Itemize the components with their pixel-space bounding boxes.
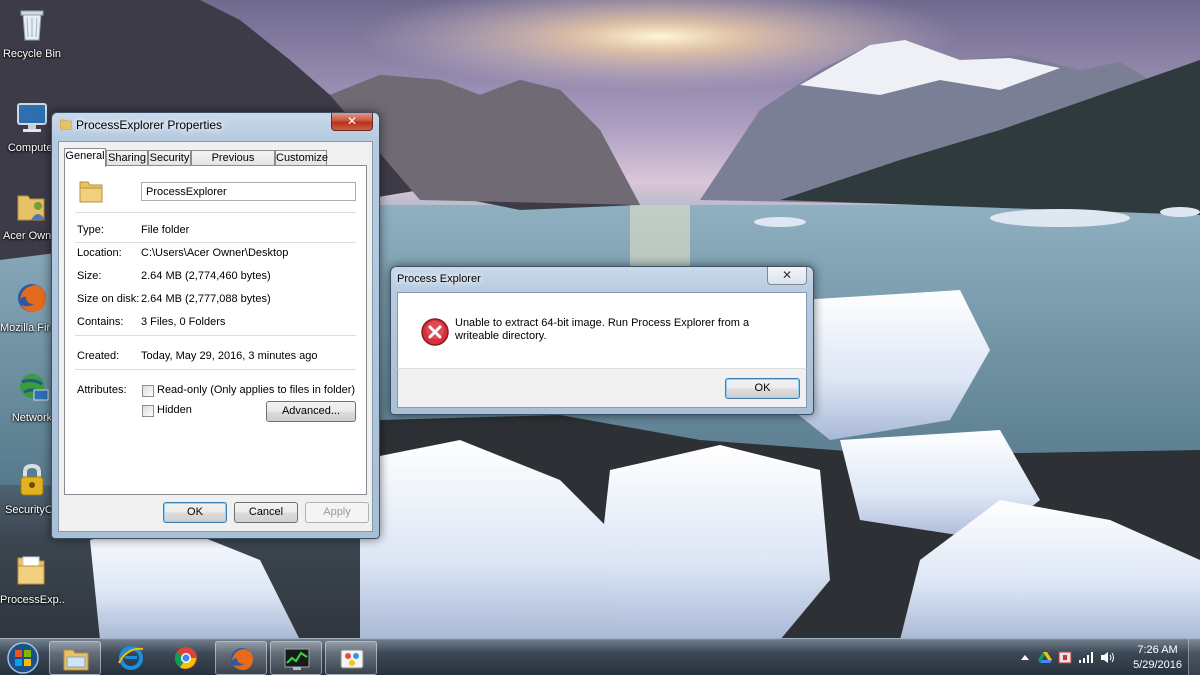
title-bar[interactable]: ProcessExplorer Properties ✕ xyxy=(52,113,379,137)
close-button[interactable]: ✕ xyxy=(767,267,807,285)
window-title: Process Explorer xyxy=(397,273,481,285)
taskbar-process-explorer[interactable] xyxy=(270,641,322,675)
security-lock-icon xyxy=(20,463,44,496)
signal-strength-icon[interactable] xyxy=(1078,651,1094,664)
firefox-icon xyxy=(18,284,46,312)
readonly-label[interactable]: Read-only (Only applies to files in fold… xyxy=(157,384,355,396)
close-icon: ✕ xyxy=(346,114,358,128)
folder-icon xyxy=(79,181,103,203)
tab-security[interactable]: Security xyxy=(148,150,191,166)
taskbar-paint[interactable] xyxy=(325,641,377,675)
created-label: Created: xyxy=(77,350,120,362)
folder-icon xyxy=(17,556,45,585)
cancel-button[interactable]: Cancel xyxy=(234,502,298,523)
desktop-icon-label: ProcessExp... xyxy=(0,594,64,606)
readonly-checkbox[interactable] xyxy=(142,385,154,397)
chrome-icon xyxy=(174,647,197,669)
location-value: C:\Users\Acer Owner\Desktop xyxy=(141,247,289,259)
desktop-icon-processexplorer[interactable]: ProcessExp... xyxy=(0,552,64,606)
firefox-icon xyxy=(231,648,254,670)
created-value: Today, May 29, 2016, 3 minutes ago xyxy=(141,350,318,362)
message-content: Unable to extract 64-bit image. Run Proc… xyxy=(397,292,807,368)
taskbar: 7:26 AM 5/29/2016 xyxy=(0,638,1200,675)
type-value: File folder xyxy=(141,224,190,236)
network-icon xyxy=(20,374,49,401)
window-title: ProcessExplorer Properties xyxy=(76,118,223,132)
size-on-disk-value: 2.64 MB (2,777,088 bytes) xyxy=(141,293,271,305)
location-label: Location: xyxy=(77,247,122,259)
error-icon xyxy=(421,318,449,346)
attributes-label: Attributes: xyxy=(77,384,127,396)
hidden-label[interactable]: Hidden xyxy=(157,404,192,416)
general-tab-page: ProcessExplorer Type: File folder Locati… xyxy=(64,165,367,495)
start-orb[interactable] xyxy=(4,640,42,675)
paint-icon xyxy=(340,649,364,669)
taskbar-chrome[interactable] xyxy=(160,641,212,675)
separator xyxy=(75,335,356,336)
show-hidden-icons-arrow-icon[interactable] xyxy=(1020,651,1030,664)
close-icon: ✕ xyxy=(781,268,793,282)
taskbar-explorer[interactable] xyxy=(49,641,101,675)
close-button[interactable]: ✕ xyxy=(331,113,373,131)
properties-window[interactable]: ProcessExplorer Properties ✕ General Sha… xyxy=(51,112,380,539)
folder-name-input[interactable]: ProcessExplorer xyxy=(141,182,356,201)
tab-sharing[interactable]: Sharing xyxy=(106,150,148,166)
clock-date: 5/29/2016 xyxy=(1133,659,1182,671)
volume-icon[interactable] xyxy=(1100,651,1116,664)
ok-button[interactable]: OK xyxy=(725,378,800,399)
tab-customize[interactable]: Customize xyxy=(275,150,328,166)
size-value: 2.64 MB (2,774,460 bytes) xyxy=(141,270,271,282)
security-tray-icon[interactable] xyxy=(1058,651,1072,664)
tab-general[interactable]: General xyxy=(64,148,106,167)
error-message-window[interactable]: Process Explorer ✕ Unable to extract 64-… xyxy=(390,266,814,415)
taskbar-internet-explorer[interactable] xyxy=(105,641,157,675)
message-footer: OK xyxy=(397,368,807,408)
system-clock[interactable]: 7:26 AM 5/29/2016 xyxy=(1133,643,1182,673)
contains-value: 3 Files, 0 Folders xyxy=(141,316,226,328)
advanced-button[interactable]: Advanced... xyxy=(266,401,356,422)
clock-time: 7:26 AM xyxy=(1137,644,1178,656)
desktop-icon-label: Recycle Bin xyxy=(2,48,62,60)
internet-explorer-icon xyxy=(118,646,144,670)
show-desktop-button[interactable] xyxy=(1188,639,1200,675)
size-label: Size: xyxy=(77,270,102,282)
hidden-checkbox[interactable] xyxy=(142,405,154,417)
tab-previous-versions[interactable]: Previous Versions xyxy=(191,150,275,178)
computer-icon xyxy=(17,103,47,132)
apply-button[interactable]: Apply xyxy=(305,502,369,523)
desktop-icon-recycle-bin[interactable]: Recycle Bin xyxy=(0,6,64,60)
title-bar[interactable]: Process Explorer ✕ xyxy=(391,267,813,291)
user-folder-icon xyxy=(17,195,45,221)
ok-button[interactable]: OK xyxy=(163,502,227,523)
system-tray: 7:26 AM 5/29/2016 xyxy=(1000,639,1200,675)
process-explorer-icon xyxy=(284,648,310,670)
separator xyxy=(75,242,356,243)
recycle-bin-icon xyxy=(20,10,44,41)
explorer-icon xyxy=(63,649,89,671)
folder-icon xyxy=(60,119,72,130)
type-label: Type: xyxy=(77,224,104,236)
google-drive-icon[interactable] xyxy=(1038,651,1052,664)
separator xyxy=(75,212,356,213)
contains-label: Contains: xyxy=(77,316,124,328)
dialog-body: General Sharing Security Previous Versio… xyxy=(58,141,373,532)
size-on-disk-label: Size on disk: xyxy=(77,293,140,305)
message-text: Unable to extract 64-bit image. Run Proc… xyxy=(455,317,750,342)
separator xyxy=(75,369,356,370)
taskbar-firefox[interactable] xyxy=(215,641,267,675)
